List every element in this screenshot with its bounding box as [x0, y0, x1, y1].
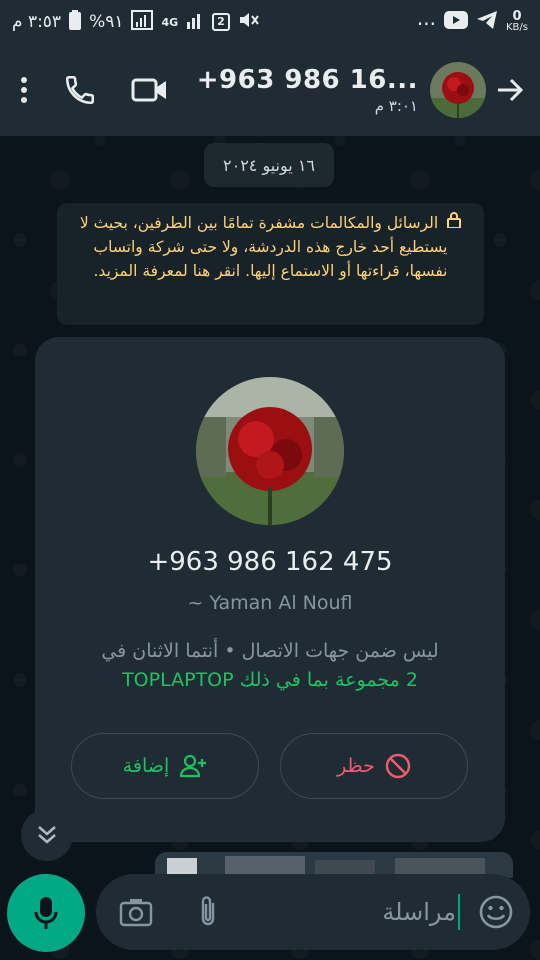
last-seen: ٣:٠١ م [374, 97, 418, 115]
status-right: ... 0 KB/s [417, 6, 528, 38]
contact-name: +963 986 16... [196, 65, 418, 95]
message-composer: مراسلة [96, 874, 530, 950]
date-separator: ١٦ يونيو ٢٠٢٤ [204, 143, 334, 187]
scroll-to-bottom-button[interactable] [21, 809, 73, 861]
add-contact-button[interactable]: إضافة [71, 733, 259, 799]
kebab-menu-icon [21, 77, 27, 103]
battery-level: %٩١ [89, 12, 124, 32]
video-camera-icon [131, 78, 166, 102]
card-alias: ~ Yaman Al Noufl [187, 592, 353, 614]
not-in-contacts-text: ليس ضمن جهات الاتصال • أنتما الاثنان في [101, 640, 439, 662]
rose-profile-image [196, 377, 344, 525]
phone-icon [65, 75, 95, 105]
overflow-dots: ... [416, 6, 436, 30]
camera-icon [119, 899, 153, 927]
common-groups-link[interactable]: 2 مجموعة بما في ذلك TOPLAPTOP [75, 666, 465, 695]
youtube-icon [444, 10, 468, 34]
header-avatar[interactable] [430, 62, 486, 118]
chat-header: +963 986 16... ٣:٠١ م [0, 44, 540, 136]
net-speed-value: 0 [512, 9, 522, 24]
emoji-button[interactable] [476, 892, 516, 932]
clock: ٣:٥٣ م [12, 12, 62, 32]
message-input[interactable]: مراسلة [382, 894, 460, 930]
message-placeholder: مراسلة [382, 898, 456, 926]
status-bar: ٣:٥٣ م %٩١ 4G 2 ... 0 KB/s [0, 0, 540, 44]
add-person-icon [180, 754, 207, 778]
card-phone-number: +963 986 162 475 [147, 547, 393, 577]
attach-button[interactable] [188, 892, 228, 932]
status-left: ٣:٥٣ م %٩١ 4G 2 [12, 9, 260, 35]
microphone-icon [34, 897, 58, 929]
voice-call-button[interactable] [56, 66, 104, 114]
text-caret [458, 894, 460, 930]
more-options-button[interactable] [14, 66, 34, 114]
back-button[interactable] [494, 66, 526, 114]
paperclip-icon [201, 896, 215, 926]
block-button[interactable]: حظر [280, 733, 468, 799]
card-avatar[interactable] [196, 377, 344, 525]
unknown-contact-card: +963 986 162 475 ~ Yaman Al Noufl ليس ضم… [35, 337, 505, 842]
signal-bars-icon [186, 11, 204, 34]
rose-avatar-image [430, 62, 486, 118]
emoji-icon [479, 895, 513, 929]
arrow-back-icon [498, 78, 524, 102]
card-context: ليس ضمن جهات الاتصال • أنتما الاثنان في … [75, 637, 465, 695]
net-speed: 0 KB/s [506, 9, 528, 33]
net-speed-unit: KB/s [506, 22, 528, 33]
signal-icon [131, 9, 154, 35]
double-chevron-down-icon [38, 826, 56, 844]
mute-icon [238, 10, 260, 35]
header-actions [14, 66, 174, 114]
sim-badge: 2 [212, 13, 230, 31]
video-call-button[interactable] [126, 66, 174, 114]
battery-icon [69, 9, 82, 35]
telegram-icon [476, 10, 498, 35]
lock-icon [447, 211, 462, 235]
encryption-notice[interactable]: الرسائل والمكالمات مشفرة تمامًا بين الطر… [57, 203, 484, 325]
encryption-text: الرسائل والمكالمات مشفرة تمامًا بين الطر… [79, 214, 448, 280]
block-label: حظر [337, 755, 375, 777]
camera-button[interactable] [116, 892, 156, 932]
add-label: إضافة [122, 755, 170, 777]
network-type: 4G [161, 15, 179, 29]
voice-message-button[interactable] [7, 874, 85, 952]
contact-info[interactable]: +963 986 16... ٣:٠١ م [197, 65, 418, 115]
block-icon [385, 753, 411, 779]
